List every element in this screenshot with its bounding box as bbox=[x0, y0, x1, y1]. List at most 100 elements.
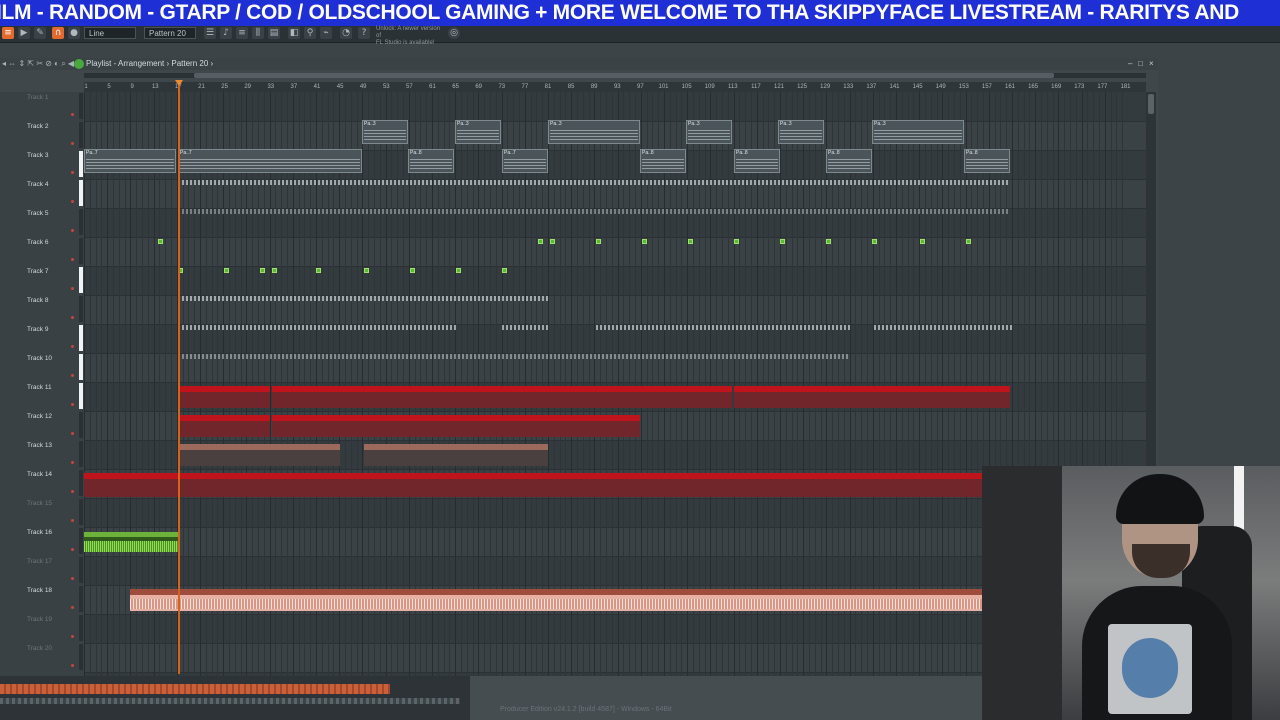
automation-clip[interactable]: Insert 20 - Volume bbox=[178, 386, 270, 408]
audio-clip[interactable] bbox=[966, 239, 971, 244]
track-mute-dot[interactable] bbox=[71, 171, 74, 174]
pin-icon[interactable]: ⚲ bbox=[304, 27, 316, 39]
track-label[interactable]: Track 15 bbox=[27, 500, 77, 507]
pencil-icon[interactable]: ✎ bbox=[34, 27, 46, 39]
track-mute-dot[interactable] bbox=[71, 200, 74, 203]
automation-clip[interactable]: Insert 20 - Volume bbox=[918, 386, 1010, 408]
audio-clip[interactable] bbox=[364, 268, 369, 273]
pattern-clip[interactable]: Pa..8 bbox=[964, 149, 1010, 173]
audio-clip[interactable] bbox=[538, 239, 543, 244]
pattern-clip[interactable]: Pa..7 bbox=[178, 149, 362, 173]
automation-clip[interactable]: Insert 20 - Volume bbox=[734, 386, 826, 408]
update-hint[interactable]: Unlock: A newer version of FL Studio is … bbox=[376, 26, 446, 47]
help-icon[interactable]: ? bbox=[358, 27, 370, 39]
track-mute-dot[interactable] bbox=[71, 403, 74, 406]
audio-clip[interactable] bbox=[596, 239, 601, 244]
track-mute-dot[interactable] bbox=[71, 606, 74, 609]
track-label[interactable]: Track 5 bbox=[27, 210, 77, 217]
audio-clip[interactable] bbox=[780, 239, 785, 244]
pattern-hits[interactable] bbox=[178, 325, 456, 330]
automation-clip[interactable]: Insert 20 - Volume bbox=[826, 386, 918, 408]
track-lane[interactable] bbox=[84, 266, 1146, 296]
magnet-icon[interactable]: ∩ bbox=[52, 27, 64, 39]
step-blocks[interactable] bbox=[0, 684, 390, 694]
mixer-icon[interactable]: ⫼ bbox=[252, 27, 264, 39]
track-mute-dot[interactable] bbox=[71, 432, 74, 435]
audio-clip[interactable] bbox=[158, 239, 163, 244]
track-mute-dot[interactable] bbox=[71, 345, 74, 348]
automation-clip[interactable]: Insert 4 - Volume bbox=[548, 415, 640, 437]
automation-clip[interactable]: Insert 20 - Volume bbox=[272, 386, 364, 408]
tempo-icon[interactable]: ◔ bbox=[340, 27, 352, 39]
pattern-clip[interactable]: Pa..3 bbox=[548, 120, 640, 144]
track-label[interactable]: Track 8 bbox=[27, 297, 77, 304]
track-label[interactable]: Track 6 bbox=[27, 239, 77, 246]
pattern-clip[interactable]: Pa..7 bbox=[84, 149, 176, 173]
browser-icon[interactable]: ▤ bbox=[268, 27, 280, 39]
automation-clip[interactable]: LEX Hat[2] - Volume bbox=[548, 473, 982, 497]
pattern-hits[interactable] bbox=[874, 325, 1012, 330]
step-blocks-secondary[interactable] bbox=[0, 698, 460, 704]
pattern-hits[interactable] bbox=[596, 325, 850, 330]
automation-clip[interactable]: Insert 4 - Volume bbox=[364, 415, 456, 437]
track-mute-dot[interactable] bbox=[71, 664, 74, 667]
pattern-hits[interactable] bbox=[178, 296, 548, 301]
track-label[interactable]: Track 13 bbox=[27, 442, 77, 449]
track-label[interactable]: Track 3 bbox=[27, 152, 77, 159]
track-mute-dot[interactable] bbox=[71, 519, 74, 522]
pattern-hits[interactable] bbox=[178, 180, 1010, 185]
channel-rack-icon[interactable]: ≡ bbox=[236, 27, 248, 39]
pattern-clip[interactable]: Pa..3 bbox=[686, 120, 732, 144]
track-label[interactable]: Track 18 bbox=[27, 587, 77, 594]
pattern-clip[interactable]: Pa..8 bbox=[408, 149, 454, 173]
pattern-hits[interactable] bbox=[178, 354, 848, 359]
audio-clip[interactable] bbox=[826, 239, 831, 244]
audio-clip[interactable] bbox=[260, 268, 265, 273]
plugin-icon[interactable]: ◧ bbox=[288, 27, 300, 39]
pattern-clip[interactable]: Pa..8 bbox=[640, 149, 686, 173]
track-mute-dot[interactable] bbox=[71, 548, 74, 551]
pattern-clip[interactable]: Pa..3 bbox=[362, 120, 408, 144]
fl-menu-icon[interactable]: ≡ bbox=[2, 27, 14, 39]
track-label[interactable]: Track 20 bbox=[27, 645, 77, 652]
track-mute-dot[interactable] bbox=[71, 316, 74, 319]
piano-roll-icon[interactable]: ♪ bbox=[220, 27, 232, 39]
track-mute-dot[interactable] bbox=[71, 490, 74, 493]
pattern-clip[interactable]: Pa..3 bbox=[455, 120, 501, 144]
pattern-clip[interactable]: Pa..7 bbox=[502, 149, 548, 173]
audio-clip[interactable]: Wiley - Mental 140 Acapella bbox=[84, 532, 178, 552]
audio-clip[interactable] bbox=[642, 239, 647, 244]
horizontal-scrollbar[interactable] bbox=[84, 73, 1146, 78]
track-label[interactable]: Track 7 bbox=[27, 268, 77, 275]
track-label[interactable]: Track 1 bbox=[27, 94, 77, 101]
track-label[interactable]: Track 9 bbox=[27, 326, 77, 333]
record-icon[interactable]: ● bbox=[68, 27, 80, 39]
playlist-icon[interactable]: ☰ bbox=[204, 27, 216, 39]
pattern-icon[interactable] bbox=[74, 59, 84, 69]
audio-clip[interactable] bbox=[224, 268, 229, 273]
automation-clip[interactable]: Insert 20 - Volume bbox=[548, 386, 640, 408]
track-label[interactable]: Track 4 bbox=[27, 181, 77, 188]
track-mute-dot[interactable] bbox=[71, 287, 74, 290]
audio-clip[interactable] bbox=[872, 239, 877, 244]
close-icon[interactable]: × bbox=[1149, 58, 1154, 70]
audio-clip[interactable] bbox=[272, 268, 277, 273]
audio-clip[interactable] bbox=[410, 268, 415, 273]
pattern-clip[interactable]: Pa..3 bbox=[778, 120, 824, 144]
automation-clip[interactable]: Insert 4 - Volume bbox=[178, 415, 270, 437]
track-lane[interactable] bbox=[84, 237, 1146, 267]
track-label[interactable]: Track 2 bbox=[27, 123, 77, 130]
playlist-tools-icons[interactable]: ◂ ⇔ ⇕ ⇱ ✂ ⊘ ◐ ⌕ ◀ bbox=[2, 58, 74, 70]
track-mute-dot[interactable] bbox=[71, 635, 74, 638]
audio-clip[interactable] bbox=[502, 268, 507, 273]
track-mute-dot[interactable] bbox=[71, 577, 74, 580]
pattern-clip[interactable]: Pa..8 bbox=[734, 149, 780, 173]
automation-clip[interactable]: Insert 20 - Volume bbox=[364, 386, 456, 408]
playhead-marker[interactable] bbox=[175, 80, 183, 86]
automation-clip[interactable]: Insert 20 - Volume bbox=[456, 386, 548, 408]
automation-clip[interactable]: BaB LOW BRASS - A Level bbox=[456, 444, 548, 466]
audio-clip[interactable] bbox=[316, 268, 321, 273]
scroll-thumb[interactable] bbox=[1148, 94, 1154, 114]
audio-clip[interactable] bbox=[920, 239, 925, 244]
track-label[interactable]: Track 11 bbox=[27, 384, 77, 391]
